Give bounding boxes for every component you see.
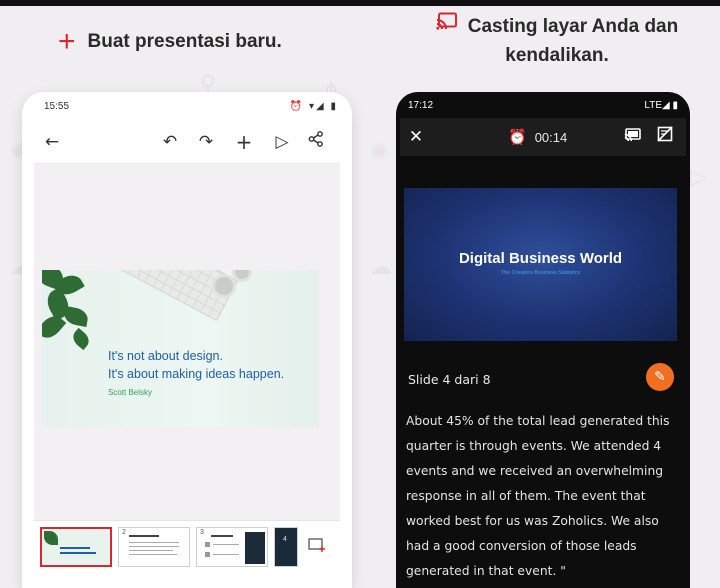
status-time: 15:55 [44, 100, 70, 112]
thumbnail-number: 4 [283, 536, 287, 543]
hide-notes-icon[interactable] [653, 125, 677, 149]
heading-cast-text: Casting layar Anda dan kendalikan. [467, 16, 679, 67]
thumbnail-slide-1[interactable]: 1 [40, 527, 112, 567]
quote-line-1: It's not about design. [108, 349, 223, 363]
timer-value: 00:14 [534, 129, 568, 145]
plus-icon: + [58, 25, 76, 58]
status-icons: ⏰ ▾◢ ▮ [289, 100, 338, 112]
current-slide[interactable]: It's not about design. It's about making… [42, 270, 319, 427]
thumbnail-text-line [129, 550, 173, 551]
slide-canvas[interactable]: It's not about design. It's about making… [34, 164, 340, 520]
editor-toolbar: ← ↶ ↷ + ▷ [34, 120, 340, 164]
cast-slide[interactable]: Digital Business World The Creators Busi… [404, 188, 677, 341]
gear-decor-icon-2: ✺ [370, 140, 389, 165]
thumbnail-slide-2[interactable]: 2 [118, 527, 190, 567]
plant-leaf [69, 327, 93, 351]
thumbnail-text-line [60, 552, 96, 554]
slide-author: Scott Belsky [108, 388, 153, 397]
status-time-cast: 17:12 [408, 99, 434, 111]
editor-phone: 15:55 ⏰ ▾◢ ▮ ← ↶ ↷ + ▷ It's not about de… [22, 92, 352, 588]
quote-line-2: It's about making ideas happen. [108, 367, 285, 381]
cast-icon [436, 10, 458, 39]
heading-cast: Casting layar Anda dan kendalikan. [412, 12, 702, 70]
pencil-icon: ✎ [654, 369, 666, 385]
triangle-decor-icon-2: ▷ [690, 165, 707, 190]
thumbnail-text-line [213, 544, 239, 545]
thumbnail-slide-4[interactable]: 4 [274, 527, 298, 567]
thumbnail-text-line [129, 542, 179, 543]
status-bar: 15:55 ⏰ ▾◢ ▮ [22, 92, 352, 120]
cast-slide-title: Digital Business World [458, 250, 623, 267]
thumbnail-text-line [129, 554, 177, 555]
status-bar-cast: 17:12 LTE◢ ▮ [396, 92, 690, 118]
slide-quote: It's not about design. It's about making… [108, 347, 284, 383]
share-icon[interactable] [304, 130, 328, 154]
thumbnail-text-line [129, 535, 159, 537]
slide-counter: Slide 4 dari 8 [408, 372, 491, 387]
plant-leaf [62, 306, 90, 327]
thumbnail-bullet [205, 542, 210, 547]
cast-screen-icon[interactable] [620, 125, 644, 149]
thumbnail-text-line [211, 535, 233, 537]
slide-thumbnails: 1 2 3 4 [34, 520, 340, 580]
thumbnail-text-line [60, 547, 90, 549]
play-icon[interactable]: ▷ [270, 130, 294, 154]
thumbnail-number: 2 [122, 529, 126, 536]
cast-phone: 17:12 LTE◢ ▮ ✕ ⏰ 00:14 Digital Business … [396, 92, 690, 588]
thumbnail-text-line [129, 546, 179, 547]
cast-slide-subtitle: The Creators Business Statistics [500, 270, 581, 276]
thumbnail-bullet [205, 552, 210, 557]
back-icon[interactable]: ← [40, 130, 64, 154]
top-band [0, 0, 720, 6]
redo-icon[interactable]: ↷ [194, 130, 218, 154]
undo-icon[interactable]: ↶ [158, 130, 182, 154]
thumbnail-text-line [213, 554, 239, 555]
alarm-clock-icon: ⏰ [508, 128, 527, 146]
thumbnail-leaf [44, 531, 58, 545]
add-icon[interactable]: + [232, 130, 256, 154]
status-icons-cast: LTE◢ ▮ [644, 99, 678, 111]
edit-button[interactable]: ✎ [646, 363, 674, 391]
thumbnail-photo [245, 532, 265, 564]
thumbnail-slide-3[interactable]: 3 [196, 527, 268, 567]
add-slide-icon[interactable] [308, 537, 326, 558]
close-icon[interactable]: ✕ [404, 125, 428, 149]
presentation-timer: ⏰ 00:14 [508, 118, 567, 156]
thumbnail-number: 3 [200, 529, 204, 536]
cast-toolbar: ✕ ⏰ 00:14 [400, 118, 686, 156]
speaker-notes: About 45% of the total lead generated th… [406, 414, 670, 578]
cup-image [212, 274, 236, 298]
heading-create-text: Buat presentasi baru. [87, 31, 282, 52]
heading-create: + Buat presentasi baru. [58, 25, 282, 58]
cloud-decor-icon-2: ☁ [370, 255, 392, 280]
